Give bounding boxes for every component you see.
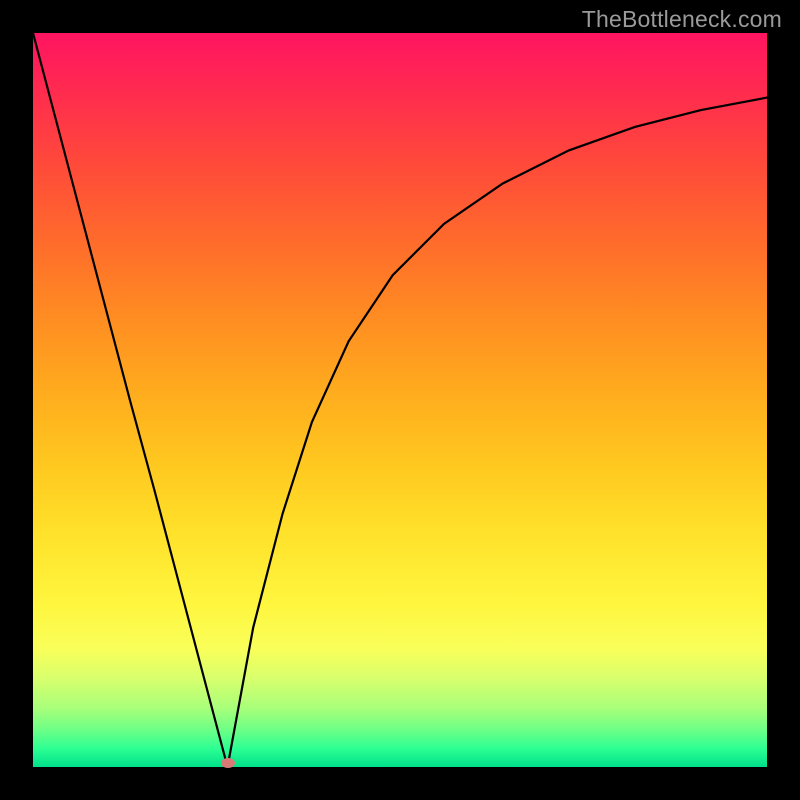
curve-right-branch bbox=[228, 98, 767, 767]
chart-frame: TheBottleneck.com bbox=[0, 0, 800, 800]
optimum-marker bbox=[221, 758, 235, 768]
curve-layer bbox=[33, 33, 767, 767]
watermark-text: TheBottleneck.com bbox=[582, 6, 782, 33]
curve-left-branch bbox=[33, 33, 228, 767]
